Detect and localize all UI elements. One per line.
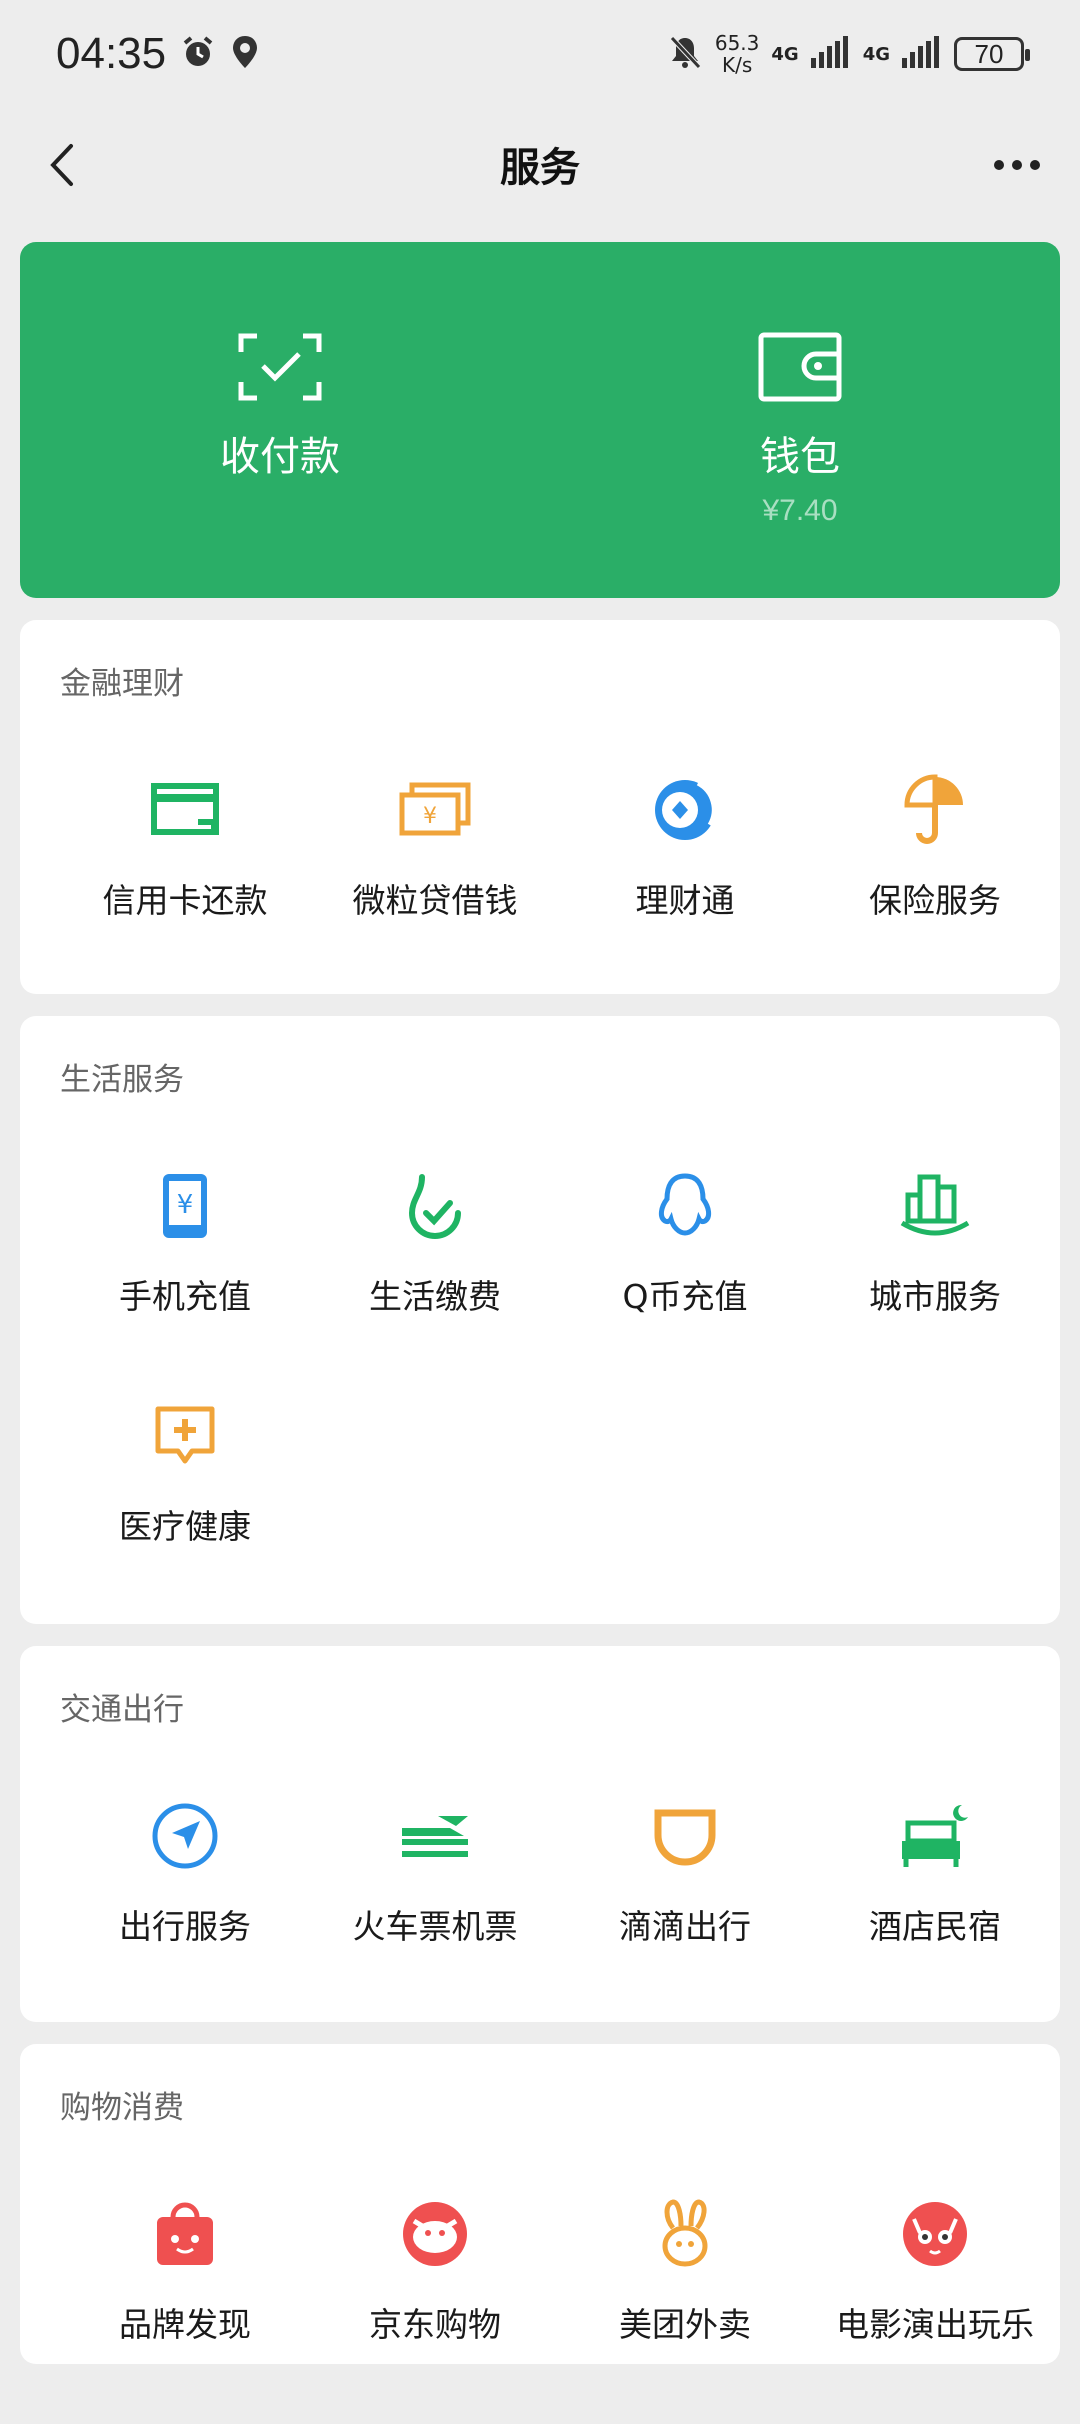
travel-icon <box>145 1796 225 1876</box>
wallet-balance: ¥7.40 <box>762 494 838 527</box>
more-dots-icon <box>994 160 1040 170</box>
tile-travel-service[interactable]: 出行服务 <box>60 1796 310 2026</box>
tile-credit-card-repay[interactable]: 信用卡还款 <box>60 770 310 1000</box>
more-button[interactable] <box>982 130 1052 200</box>
section-finance: 金融理财 信用卡还款 ¥ 微粒贷借钱 理财通 保险服务 <box>20 620 1060 994</box>
section-title: 交通出行 <box>60 1692 184 1728</box>
network-type-2: 4G <box>862 43 890 65</box>
mute-icon <box>667 34 703 74</box>
wallet-icon <box>758 332 842 402</box>
credit-card-icon <box>145 770 225 850</box>
movie-cat-icon <box>895 2194 975 2274</box>
wallet-button[interactable]: 钱包 ¥7.40 <box>540 242 1060 598</box>
section-life-services: 生活服务 ¥ 手机充值 生活缴费 Q币充值 城市服务 医疗健康 <box>20 1016 1060 1624</box>
tile-insurance[interactable]: 保险服务 <box>810 770 1060 1000</box>
alarm-icon <box>180 34 216 74</box>
didi-icon <box>645 1796 725 1876</box>
tile-movie-show[interactable]: 电影演出玩乐 <box>810 2194 1060 2424</box>
tile-didi[interactable]: 滴滴出行 <box>560 1796 810 2026</box>
loan-icon: ¥ <box>395 770 475 850</box>
section-shopping: 购物消费 品牌发现 京东购物 美团外卖 电影演出玩乐 <box>20 2044 1060 2364</box>
navigation-bar: 服务 <box>0 108 1080 220</box>
train-plane-icon <box>395 1796 475 1876</box>
qq-coin-icon <box>645 1166 725 1246</box>
wealth-icon <box>645 770 725 850</box>
wallet-label: 钱包 <box>760 434 840 480</box>
back-button[interactable] <box>28 130 98 200</box>
tile-medical[interactable]: 医疗健康 <box>60 1396 310 1626</box>
status-time: 04:35 <box>56 29 167 78</box>
tile-licaitong[interactable]: 理财通 <box>560 770 810 1000</box>
scan-check-icon <box>238 333 322 401</box>
tile-utility-bill[interactable]: 生活缴费 <box>310 1166 560 1396</box>
section-title: 金融理财 <box>60 666 184 702</box>
tile-brand-discovery[interactable]: 品牌发现 <box>60 2194 310 2424</box>
section-title: 购物消费 <box>60 2090 184 2126</box>
back-arrow-icon <box>50 144 73 186</box>
utility-bill-icon <box>395 1166 475 1246</box>
tile-phone-topup[interactable]: ¥ 手机充值 <box>60 1166 310 1396</box>
section-title: 生活服务 <box>60 1062 184 1098</box>
tile-jd-shopping[interactable]: 京东购物 <box>310 2194 560 2424</box>
tile-city-service[interactable]: 城市服务 <box>810 1166 1060 1396</box>
tile-hotel[interactable]: 酒店民宿 <box>810 1796 1060 2026</box>
insurance-icon <box>895 770 975 850</box>
network-type-1: 4G <box>771 43 799 65</box>
signal-icon-2 <box>902 36 942 72</box>
section-transport: 交通出行 出行服务 火车票机票 滴滴出行 酒店民宿 <box>20 1646 1060 2022</box>
signal-icon <box>810 36 851 72</box>
phone-topup-icon: ¥ <box>145 1166 225 1246</box>
tile-qq-coin[interactable]: Q币充值 <box>560 1166 810 1396</box>
meituan-icon <box>645 2194 725 2274</box>
payment-wallet-card: 收付款 钱包 ¥7.40 <box>20 242 1060 598</box>
status-bar: 04:35 65.3 K/s 4G 4G 70 <box>0 0 1080 108</box>
city-service-icon <box>895 1166 975 1246</box>
tile-train-plane[interactable]: 火车票机票 <box>310 1796 560 2026</box>
network-speed: 65.3 K/s <box>714 31 760 77</box>
pay-receive-label: 收付款 <box>220 434 340 480</box>
tile-weilidai-loan[interactable]: ¥ 微粒贷借钱 <box>310 770 560 1000</box>
brand-bag-icon <box>145 2194 225 2274</box>
jd-icon <box>395 2194 475 2274</box>
battery-indicator: 70 <box>954 37 1030 71</box>
medical-icon <box>145 1396 225 1476</box>
hotel-icon <box>895 1796 975 1876</box>
location-icon <box>230 34 260 74</box>
page-title: 服务 <box>500 145 580 191</box>
pay-receive-button[interactable]: 收付款 <box>20 242 540 598</box>
tile-meituan[interactable]: 美团外卖 <box>560 2194 810 2424</box>
svg-text:¥: ¥ <box>423 804 437 829</box>
svg-text:¥: ¥ <box>177 1190 194 1220</box>
